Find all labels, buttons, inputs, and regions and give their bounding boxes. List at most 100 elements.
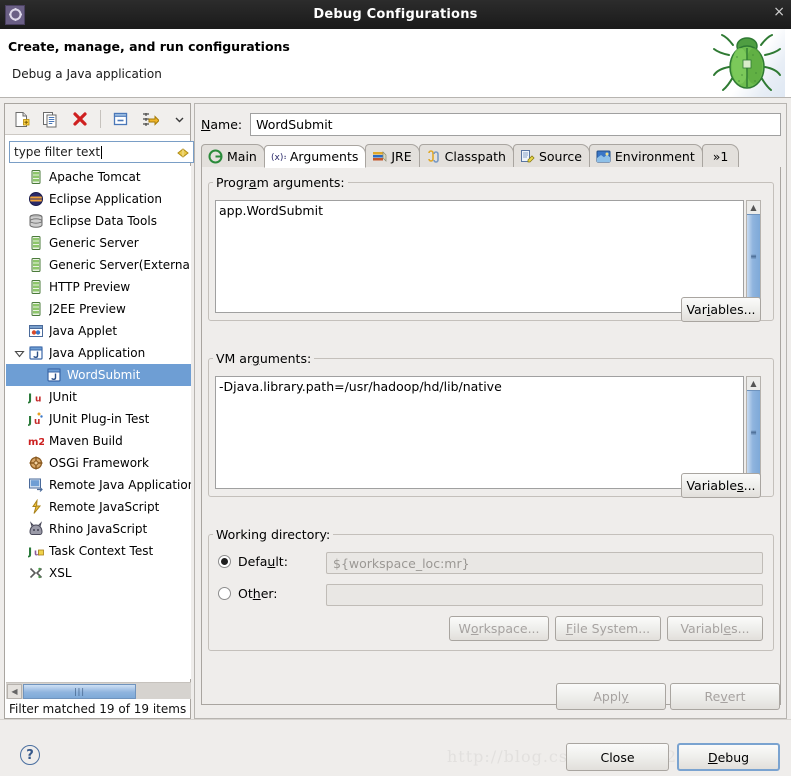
source-tab-icon — [520, 149, 535, 164]
tab-label: Classpath — [444, 148, 506, 164]
other-directory-radio-row[interactable]: Other: — [218, 586, 278, 601]
name-row: Name: WordSubmit — [201, 112, 781, 136]
rhino-icon — [28, 521, 44, 537]
tree-item-java-applet[interactable]: Java Applet — [6, 320, 191, 342]
program-arguments-variables-button[interactable]: Var i ables... — [681, 297, 761, 322]
remote-java-icon — [28, 477, 44, 493]
tree-item-wordsubmit[interactable]: WordSubmit — [6, 364, 191, 386]
tree-horizontal-scrollbar[interactable]: ◀ ||| — [6, 682, 191, 699]
tree-item-generic-server-external-launch[interactable]: Generic Server(External Launch) — [6, 254, 191, 276]
server-icon — [28, 235, 44, 251]
tree-item-http-preview[interactable]: HTTP Preview — [6, 276, 191, 298]
tree-item-maven-build[interactable]: m2 Maven Build — [6, 430, 191, 452]
program-arguments-input[interactable]: app.WordSubmit — [215, 200, 744, 313]
chevron-down-icon[interactable] — [14, 348, 25, 359]
tab-1[interactable]: »1 — [701, 144, 740, 167]
name-label: Name: — [201, 116, 243, 132]
tree-item-rhino-javascript[interactable]: Rhino JavaScript — [6, 518, 191, 540]
close-window-button[interactable]: × — [773, 5, 785, 19]
default-directory-radio-row[interactable]: Default: — [218, 554, 288, 569]
tree-item-java-application[interactable]: Java Application — [6, 342, 191, 364]
dialog-header: Create, manage, and run configurations D… — [0, 29, 791, 98]
osgi-icon — [28, 455, 44, 471]
java-applet-icon — [28, 323, 44, 339]
tree-item-junit[interactable]: Ju JUnit — [6, 386, 191, 408]
configurations-tree[interactable]: Apache Tomcat Eclipse Application Eclipse … — [6, 166, 191, 679]
main-tab-icon — [208, 149, 223, 164]
tab-bar: Main (x)=Arguments JRE Classpath Source Envir… — [201, 144, 781, 168]
new-configuration-button[interactable] — [11, 108, 32, 130]
tree-item-j2ee-preview[interactable]: J2EE Preview — [6, 298, 191, 320]
scrollbar-thumb[interactable]: ≡ — [747, 390, 760, 475]
chevron-down-icon[interactable] — [169, 108, 190, 130]
server-icon — [28, 279, 44, 295]
tree-item-label: Eclipse Data Tools — [49, 214, 157, 228]
tab-jre[interactable]: JRE — [365, 144, 420, 167]
tree-item-eclipse-data-tools[interactable]: Eclipse Data Tools — [6, 210, 191, 232]
scroll-up-arrow[interactable]: ▲ — [747, 201, 760, 214]
other-directory-radio[interactable] — [218, 587, 231, 600]
configuration-name-input[interactable]: WordSubmit — [250, 112, 781, 136]
duplicate-configuration-button[interactable] — [40, 108, 61, 130]
tree-item-remote-javascript[interactable]: Remote JavaScript — [6, 496, 191, 518]
environment-tab-icon — [596, 149, 611, 164]
scroll-left-arrow[interactable]: ◀ — [7, 683, 22, 699]
tree-item-apache-tomcat[interactable]: Apache Tomcat — [6, 166, 191, 188]
tab-label: Main — [227, 148, 257, 164]
collapse-all-icon[interactable] — [111, 108, 132, 130]
tab-environment[interactable]: Environment — [588, 144, 703, 167]
tree-item-task-context-test[interactable]: Ju Task Context Test — [6, 540, 191, 562]
scrollbar-thumb[interactable]: ≡ — [747, 214, 760, 299]
tree-item-xsl[interactable]: XSL — [6, 562, 191, 584]
question-mark-icon[interactable]: ? — [20, 745, 40, 765]
close-button[interactable]: Close — [566, 743, 669, 771]
tree-item-label: JUnit Plug-in Test — [49, 412, 150, 426]
tree-item-label: HTTP Preview — [49, 280, 131, 294]
tab-classpath[interactable]: Classpath — [418, 144, 514, 167]
clear-filter-icon[interactable] — [176, 145, 191, 160]
tab-main[interactable]: Main — [201, 144, 265, 167]
red-x-icon[interactable] — [69, 108, 90, 130]
radio-dot — [221, 558, 228, 565]
tree-item-label: JUnit — [49, 390, 77, 404]
java-application-icon — [46, 367, 62, 383]
tab-source[interactable]: Source — [512, 144, 590, 167]
svg-text:(x)=: (x)= — [271, 153, 286, 163]
tree-item-osgi-framework[interactable]: OSGi Framework — [6, 452, 191, 474]
scroll-up-arrow[interactable]: ▲ — [747, 377, 760, 390]
default-directory-value: ${workspace_loc:mr} — [326, 552, 763, 574]
database-icon — [28, 213, 44, 229]
working-directory-variables-button[interactable]: Variabl e s... — [667, 616, 763, 641]
workspace-button[interactable]: Wo rkspace... — [449, 616, 549, 641]
classpath-tab-icon — [426, 149, 441, 164]
other-directory-input[interactable] — [326, 584, 763, 606]
vm-arguments-legend: VM arguments: — [216, 351, 312, 366]
working-directory-group: Working directory: Default: ${workspace_… — [208, 527, 774, 651]
search-input[interactable]: type filter text — [9, 141, 194, 163]
tree-item-junit-plug-in-test[interactable]: Ju JUnit Plug-in Test — [6, 408, 191, 430]
tree-item-label: Generic Server(External Launch) — [49, 258, 191, 272]
tab-arguments[interactable]: (x)=Arguments — [263, 145, 367, 168]
tree-item-remote-java-application[interactable]: Remote Java Application — [6, 474, 191, 496]
vm-arguments-input[interactable]: -Djava.library.path=/usr/hadoop/hd/lib/n… — [215, 376, 744, 489]
filter-arrow-icon[interactable] — [140, 108, 161, 130]
tree-item-generic-server[interactable]: Generic Server — [6, 232, 191, 254]
tree-item-label: Generic Server — [49, 236, 139, 250]
arguments-tab-icon: (x)= — [271, 149, 291, 164]
default-directory-radio[interactable] — [218, 555, 231, 568]
tab-label: Arguments — [289, 149, 359, 164]
tree-item-label: XSL — [49, 566, 72, 580]
tree-item-label: Remote Java Application — [49, 478, 191, 492]
debug-button[interactable]: Debug — [677, 743, 780, 771]
apply-button[interactable]: Appl y — [556, 683, 666, 710]
scrollbar-thumb[interactable]: ||| — [23, 683, 136, 699]
green-bug-icon — [709, 29, 785, 97]
tree-item-eclipse-application[interactable]: Eclipse Application — [6, 188, 191, 210]
tab-label: Source — [538, 148, 582, 164]
tree-item-label: Task Context Test — [49, 544, 154, 558]
revert-button[interactable]: Re v ert — [670, 683, 780, 710]
gear-icon — [5, 4, 25, 25]
file-system-button[interactable]: File System... — [555, 616, 661, 641]
vm-arguments-variables-button[interactable]: Variable s... — [681, 473, 761, 498]
configurations-toolbar — [5, 104, 190, 135]
